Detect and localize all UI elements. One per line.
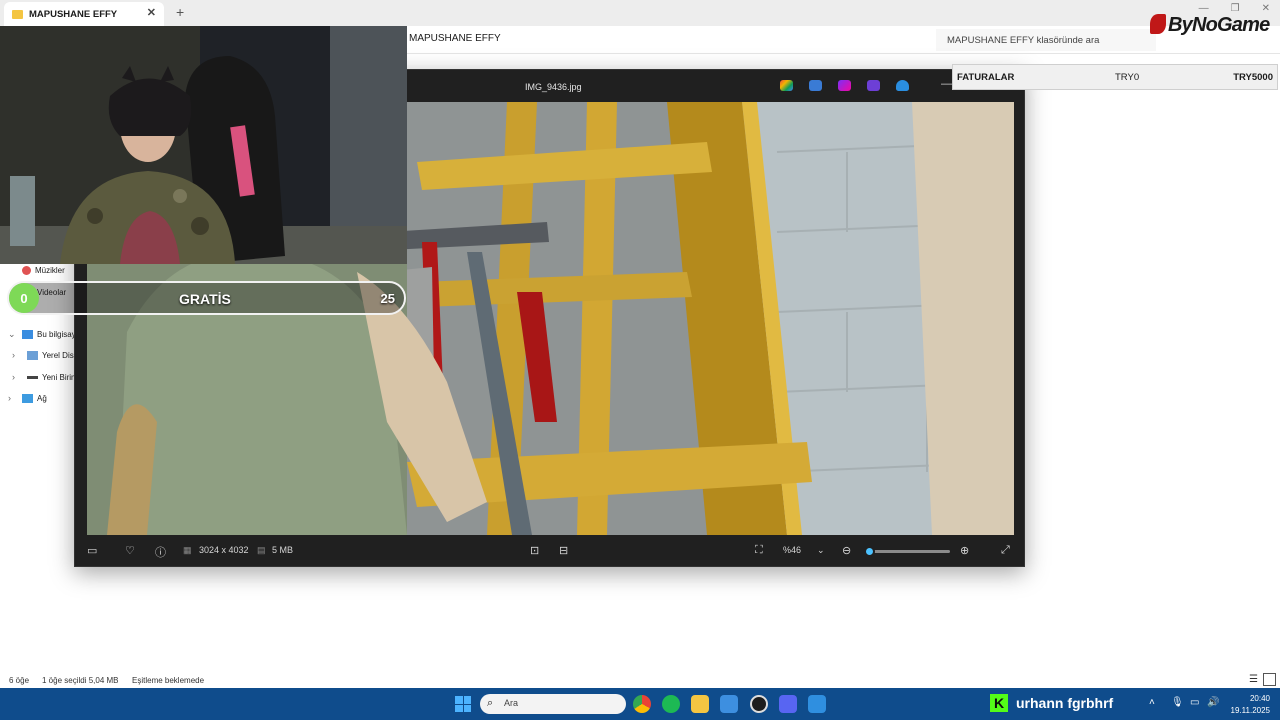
close-tab-icon[interactable]: ✕ bbox=[147, 6, 156, 19]
text-extract-icon[interactable]: ⊟ bbox=[559, 544, 568, 557]
tiles-view-icon[interactable] bbox=[1263, 673, 1276, 686]
close-window-button[interactable]: ✕ bbox=[1262, 3, 1270, 14]
kick-icon: K bbox=[990, 694, 1008, 712]
gratis-goal: 25 bbox=[380, 291, 395, 306]
zoom-out-icon[interactable]: ⊖ bbox=[842, 544, 851, 557]
network-icon[interactable]: ▭ bbox=[1190, 697, 1199, 708]
image-size-icon: ▦ bbox=[183, 545, 192, 555]
invoice-label: FATURALAR bbox=[957, 71, 1015, 83]
fit-to-window-icon[interactable]: ⛶ bbox=[755, 544, 763, 557]
nav-item-label: Müzikler bbox=[35, 266, 65, 275]
nav-item-music[interactable]: Müzikler bbox=[22, 266, 65, 275]
clipchamp-icon[interactable] bbox=[867, 80, 880, 91]
status-selection: 1 öğe seçildi 5,04 MB bbox=[42, 676, 119, 685]
invoice-min: TRY0 bbox=[1115, 71, 1140, 83]
breadcrumb[interactable]: MAPUSHANE EFFY bbox=[409, 33, 501, 44]
volume-icon[interactable]: 🔊 bbox=[1207, 697, 1219, 708]
favorite-heart-icon[interactable]: ♡ bbox=[125, 544, 135, 557]
viewer-toolbar: ▭ ♡ ⓘ ▦ 3024 x 4032 ▤ 5 MB ⊡ ⊟ ⛶ %46 ⌄ ⊖… bbox=[75, 536, 1024, 566]
filmstrip-icon[interactable]: ▭ bbox=[87, 544, 97, 557]
network-icon bbox=[22, 394, 33, 403]
bynogame-mark-icon bbox=[1150, 14, 1166, 34]
file-size-icon: ▤ bbox=[257, 545, 266, 555]
gratis-label: GRATİS bbox=[179, 291, 231, 307]
status-bar: 6 öğe 1 öğe seçildi 5,04 MB Eşitleme bek… bbox=[0, 672, 1280, 688]
invoice-max: TRY5000 bbox=[1233, 71, 1273, 83]
nav-item-label: Bu bilgisay bbox=[37, 330, 76, 339]
microphone-icon[interactable]: 🎙 bbox=[1171, 697, 1184, 708]
bynogame-logo: ByNoGame bbox=[1150, 14, 1270, 37]
zoom-level[interactable]: %46 bbox=[783, 545, 801, 555]
webcam-overlay bbox=[0, 26, 407, 264]
onedrive-icon[interactable] bbox=[896, 80, 909, 91]
folder-icon bbox=[12, 9, 23, 19]
search-icon: ⌕ bbox=[487, 697, 494, 709]
window-controls: — ❐ ✕ bbox=[1199, 3, 1270, 14]
nav-item-label: Ağ bbox=[37, 394, 47, 403]
settings-icon[interactable] bbox=[720, 695, 738, 713]
gratis-progress-bar: 0 GRATİS 25 bbox=[7, 281, 406, 315]
minimize-window-button[interactable]: — bbox=[1199, 3, 1209, 14]
spotify-icon[interactable] bbox=[662, 695, 680, 713]
edit-icon[interactable] bbox=[809, 80, 822, 91]
file-explorer-icon[interactable] bbox=[691, 695, 709, 713]
brand-name: ByNoGame bbox=[1168, 14, 1270, 36]
chevron-right-icon[interactable]: › bbox=[12, 372, 15, 382]
viewer-title: IMG_9436.jpg bbox=[525, 82, 582, 92]
viewer-minimize-button[interactable]: — bbox=[941, 78, 952, 90]
music-icon bbox=[22, 266, 31, 275]
clock[interactable]: 20:40 19.11.2025 bbox=[1231, 693, 1270, 717]
status-item-count: 6 öğe bbox=[9, 676, 30, 685]
clock-time: 20:40 bbox=[1249, 694, 1270, 703]
taskbar-search-placeholder: Ara bbox=[504, 698, 519, 708]
nav-item-network[interactable]: Ağ bbox=[22, 394, 47, 403]
discord-icon[interactable] bbox=[779, 695, 797, 713]
nav-item-new-volume[interactable]: Yeni Birim bbox=[27, 373, 78, 382]
info-icon[interactable]: ⓘ bbox=[155, 544, 166, 560]
chrome-icon[interactable] bbox=[633, 695, 651, 713]
maximize-window-button[interactable]: ❐ bbox=[1231, 3, 1240, 14]
kick-username: urhann fgrbhrf bbox=[1016, 695, 1114, 711]
tab-bar: MAPUSHANE EFFY ✕ + — ❐ ✕ bbox=[0, 0, 1280, 26]
visual-search-icon[interactable]: ⊡ bbox=[530, 544, 539, 557]
chevron-down-icon[interactable]: ⌄ bbox=[8, 329, 16, 340]
status-sync: Eşitleme beklemede bbox=[132, 676, 205, 685]
drive-icon bbox=[27, 376, 38, 379]
fullscreen-icon[interactable]: ⤢ bbox=[1001, 544, 1010, 557]
taskbar-search[interactable]: ⌕ Ara bbox=[480, 694, 626, 714]
tab-mapushane[interactable]: MAPUSHANE EFFY ✕ bbox=[4, 2, 164, 26]
zoom-slider-thumb[interactable] bbox=[864, 546, 876, 557]
nav-item-label: Yerel Disk bbox=[42, 351, 78, 360]
designer-icon[interactable] bbox=[838, 80, 851, 91]
new-tab-button[interactable]: + bbox=[176, 4, 184, 20]
computer-icon bbox=[22, 330, 33, 339]
image-filesize: 5 MB bbox=[272, 545, 294, 555]
webcam-drawing bbox=[0, 26, 407, 264]
gratis-start-badge: 0 bbox=[9, 283, 39, 313]
tab-title: MAPUSHANE EFFY bbox=[29, 8, 118, 20]
image-dimensions: 3024 x 4032 bbox=[199, 545, 249, 555]
zoom-in-icon[interactable]: ⊕ bbox=[960, 544, 969, 557]
taskbar: ⌕ Ara K urhann fgrbhrf ˄ 🎙 ▭ 🔊 20:40 19.… bbox=[0, 688, 1280, 720]
folder-search-input[interactable]: MAPUSHANE EFFY klasöründe ara bbox=[936, 29, 1156, 51]
details-view-icon[interactable]: ☰ bbox=[1249, 674, 1258, 685]
nav-item-this-pc[interactable]: Bu bilgisay bbox=[22, 330, 76, 339]
chevron-right-icon[interactable]: › bbox=[12, 350, 15, 360]
viewer-app-icons bbox=[780, 80, 909, 91]
start-button[interactable] bbox=[455, 696, 471, 712]
invoice-goal-bar: FATURALAR TRY0 TRY5000 bbox=[952, 64, 1278, 90]
nav-item-local-disk[interactable]: Yerel Disk bbox=[27, 351, 78, 360]
nav-item-label: Yeni Birim bbox=[42, 373, 78, 382]
chevron-down-icon[interactable]: ⌄ bbox=[817, 545, 825, 556]
chevron-right-icon[interactable]: › bbox=[8, 393, 11, 403]
zoom-slider[interactable] bbox=[864, 546, 950, 557]
disk-icon bbox=[27, 351, 38, 360]
copilot-icon[interactable] bbox=[780, 80, 793, 91]
tray-chevron-up-icon[interactable]: ˄ bbox=[1149, 697, 1155, 708]
photos-icon[interactable] bbox=[808, 695, 826, 713]
clock-date: 19.11.2025 bbox=[1230, 706, 1270, 715]
obs-icon[interactable] bbox=[750, 695, 768, 713]
